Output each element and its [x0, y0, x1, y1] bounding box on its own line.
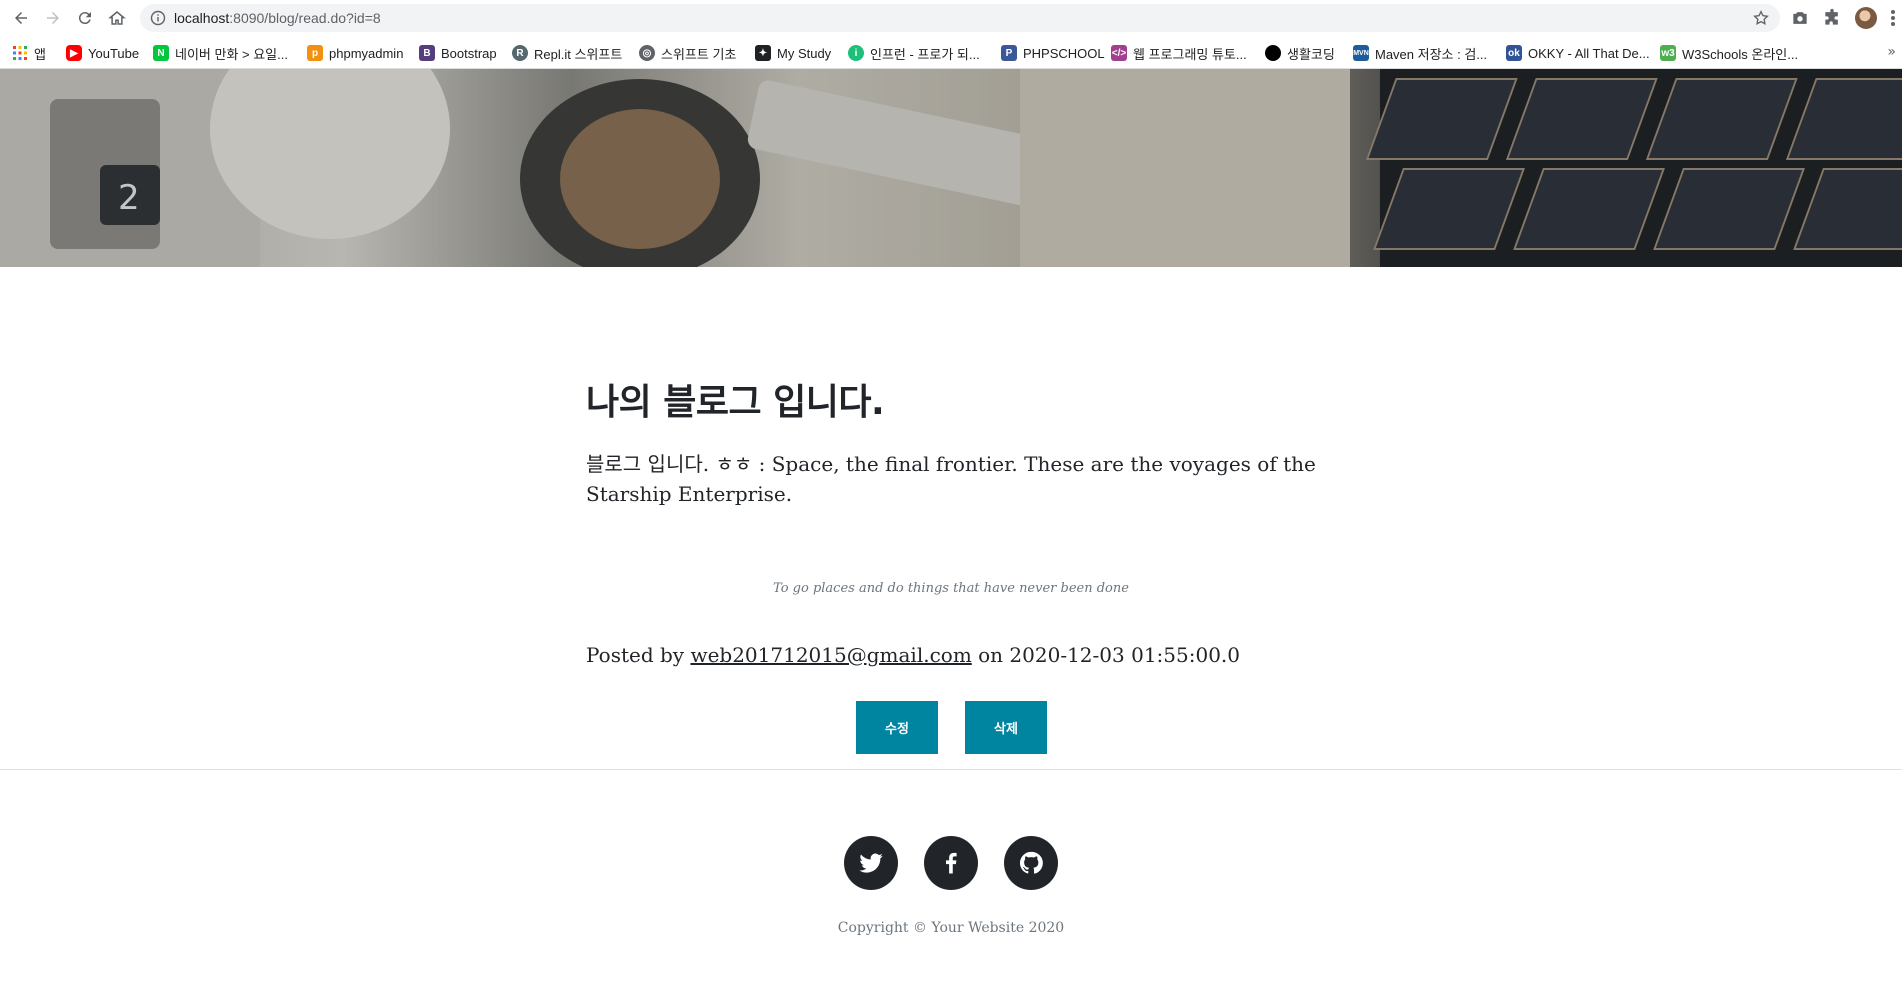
- globe-icon: ◎: [639, 45, 655, 61]
- phpschool-icon: P: [1001, 45, 1017, 61]
- address-bar[interactable]: localhost:8090/blog/read.do?id=8: [140, 4, 1780, 32]
- copyright-text: Copyright © Your Website 2020: [837, 920, 1065, 936]
- info-icon[interactable]: [150, 10, 166, 26]
- bookmark-okky[interactable]: ok OKKY - All That De...: [1506, 44, 1650, 62]
- forward-icon[interactable]: [41, 6, 65, 30]
- bookmark-star-icon[interactable]: [1752, 9, 1770, 27]
- maven-icon: MVN: [1353, 45, 1369, 61]
- twitter-link[interactable]: [844, 836, 898, 890]
- inflearn-icon: i: [848, 45, 864, 61]
- url-text[interactable]: localhost:8090/blog/read.do?id=8: [174, 10, 381, 26]
- github-icon: [1019, 851, 1043, 874]
- bookmark-inflearn[interactable]: i 인프런 - 프로가 되...: [848, 44, 980, 62]
- replit-icon: R: [512, 45, 528, 61]
- bookmarks-overflow-button[interactable]: »: [1887, 44, 1896, 60]
- bookmark-swift-basics[interactable]: ◎ 스위프트 기초: [639, 44, 736, 62]
- back-icon[interactable]: [9, 6, 33, 30]
- facebook-icon: [945, 852, 957, 874]
- edit-button[interactable]: 수정: [856, 701, 938, 754]
- bookmark-opentutorials[interactable]: 생활코딩: [1265, 44, 1335, 62]
- svg-text:2: 2: [118, 178, 140, 218]
- browser-toolbar: localhost:8090/blog/read.do?id=8: [0, 0, 1902, 36]
- code-icon: </>: [1111, 45, 1127, 61]
- camera-icon[interactable]: [1790, 8, 1810, 28]
- delete-button[interactable]: 삭제: [965, 701, 1047, 754]
- post-body: 블로그 입니다. ㅎㅎ : Space, the final frontier.…: [586, 452, 1316, 506]
- bookmark-phpmyadmin[interactable]: p phpmyadmin: [307, 44, 403, 62]
- bookmark-w3schools[interactable]: w3 W3Schools 온라인...: [1660, 44, 1798, 62]
- bookmark-youtube[interactable]: ▶ YouTube: [66, 44, 139, 62]
- apps-grid-icon: [12, 45, 28, 61]
- reload-icon[interactable]: [73, 6, 97, 30]
- bookmark-phpschool[interactable]: P PHPSCHOOL: [1001, 44, 1105, 62]
- opentutorials-icon: [1265, 45, 1281, 61]
- bootstrap-icon: B: [419, 45, 435, 61]
- bookmark-my-study[interactable]: ✦ My Study: [755, 44, 831, 62]
- facebook-link[interactable]: [924, 836, 978, 890]
- bookmark-maven[interactable]: MVN Maven 저장소 : 검...: [1353, 44, 1487, 62]
- extensions-puzzle-icon[interactable]: [1822, 8, 1842, 28]
- header-image: 2: [0, 69, 1902, 267]
- author-link[interactable]: web201712015@gmail.com: [690, 643, 971, 667]
- post-title: 나의 블로그 입니다.: [586, 382, 885, 423]
- more-menu-icon[interactable]: [1890, 8, 1896, 28]
- okky-icon: ok: [1506, 45, 1522, 61]
- github-link[interactable]: [1004, 836, 1058, 890]
- youtube-icon: ▶: [66, 45, 82, 61]
- bookmark-naver-webtoon[interactable]: N 네이버 만화 > 요일...: [153, 44, 288, 62]
- naver-webtoon-icon: N: [153, 45, 169, 61]
- home-icon[interactable]: [105, 6, 129, 30]
- post-meta: Posted by web201712015@gmail.com on 2020…: [586, 643, 1240, 667]
- mystudy-icon: ✦: [755, 45, 771, 61]
- bookmarks-bar: 앱 ▶ YouTube N 네이버 만화 > 요일... p phpmyadmi…: [0, 36, 1902, 69]
- bookmark-apps[interactable]: 앱: [12, 44, 46, 62]
- phpmyadmin-icon: p: [307, 45, 323, 61]
- post-date: 2020-12-03 01:55:00.0: [1009, 643, 1240, 667]
- profile-avatar[interactable]: [1855, 7, 1877, 29]
- bookmark-web-programming[interactable]: </> 웹 프로그래밍 튜토...: [1111, 44, 1247, 62]
- w3schools-icon: w3: [1660, 45, 1676, 61]
- bookmark-bootstrap[interactable]: B Bootstrap: [419, 44, 497, 62]
- bookmark-replit[interactable]: R Repl.it 스위프트: [512, 44, 622, 62]
- twitter-icon: [859, 853, 883, 873]
- footer-divider: [0, 769, 1902, 770]
- post-quote: To go places and do things that have nev…: [773, 581, 1129, 596]
